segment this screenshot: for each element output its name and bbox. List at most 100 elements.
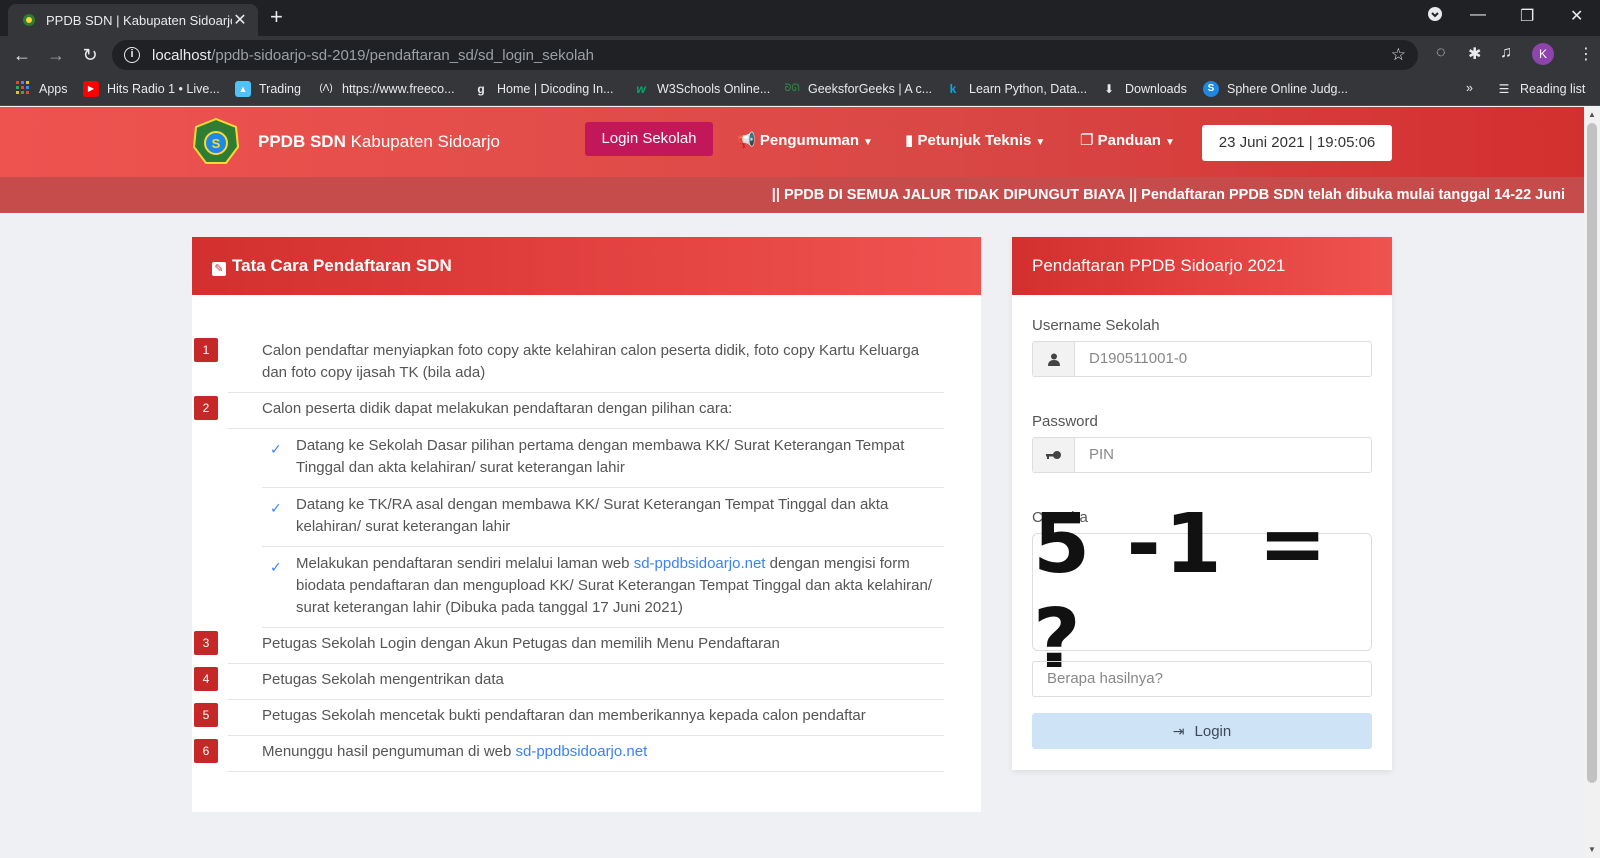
bookmark-hits-radio[interactable]: ▶ Hits Radio 1 • Live... xyxy=(83,81,220,97)
captcha-input[interactable]: Berapa hasilnya? xyxy=(1032,661,1372,697)
password-label: Password xyxy=(1032,413,1098,430)
bookmark-label: Downloads xyxy=(1125,82,1187,96)
sub-list-item: ✓ Melakukan pendaftaran sendiri melalui … xyxy=(262,547,944,628)
key-icon xyxy=(1033,438,1075,472)
check-icon: ✓ xyxy=(270,500,282,516)
bookmark-trading[interactable]: ▲ Trading xyxy=(235,81,301,97)
bookmark-downloads[interactable]: ⬇ Downloads xyxy=(1101,81,1187,97)
back-icon[interactable]: ← xyxy=(9,42,35,68)
bookmarks-bar: Apps ▶ Hits Radio 1 • Live... ▲ Trading … xyxy=(0,74,1600,106)
tab-search-icon[interactable] xyxy=(1427,6,1443,27)
step-number-badge: 4 xyxy=(194,667,218,691)
media-control-icon[interactable]: ♫ xyxy=(1500,44,1512,62)
bookmark-dicoding[interactable]: g Home | Dicoding In... xyxy=(473,81,613,97)
nav-petunjuk-teknis[interactable]: ▮ Petunjuk Teknis ▼ xyxy=(905,131,1045,149)
login-button[interactable]: ⇥ Login xyxy=(1032,713,1372,749)
login-card-header: Pendaftaran PPDB Sidoarjo 2021 xyxy=(1012,237,1392,295)
user-icon xyxy=(1033,342,1075,376)
bookmark-datacamp[interactable]: k Learn Python, Data... xyxy=(945,81,1087,97)
bookmark-apps[interactable]: Apps xyxy=(15,81,68,97)
list-item: 5 Petugas Sekolah mencetak bukti pendaft… xyxy=(194,700,944,736)
tab-close-icon[interactable]: ✕ xyxy=(232,10,248,30)
scrollbar-thumb[interactable] xyxy=(1587,123,1597,783)
nav-panduan[interactable]: ❐ Panduan ▼ xyxy=(1080,131,1175,149)
username-value[interactable]: D190511001-0 xyxy=(1075,342,1371,376)
list-item: 2 Calon peserta didik dapat melakukan pe… xyxy=(194,393,944,429)
scroll-up-icon[interactable]: ▲ xyxy=(1588,110,1596,119)
nav-pengumuman[interactable]: 📢 Pengumuman ▼ xyxy=(737,131,873,149)
restore-icon[interactable]: ❐ xyxy=(1520,6,1534,26)
extension-sync-icon[interactable]: ◌ xyxy=(1436,44,1446,62)
browser-tab[interactable]: PPDB SDN | Kabupaten Sidoarjo ✕ xyxy=(8,4,258,36)
password-placeholder[interactable]: PIN xyxy=(1075,438,1371,472)
bookmark-w3schools[interactable]: w W3Schools Online... xyxy=(633,81,770,97)
url-host: localhost xyxy=(152,46,212,64)
chevron-down-icon: ▼ xyxy=(863,137,873,148)
bookmark-label: W3Schools Online... xyxy=(657,82,771,96)
check-icon: ✓ xyxy=(270,559,282,575)
reload-icon[interactable]: ↻ xyxy=(77,42,103,68)
bookmark-geeksforgeeks[interactable]: ᘐᘏ GeeksforGeeks | A c... xyxy=(784,81,932,97)
window-close-icon[interactable]: ✕ xyxy=(1570,6,1583,26)
bookmark-spoj[interactable]: S Sphere Online Judg... xyxy=(1203,81,1348,97)
youtube-icon: ▶ xyxy=(83,81,99,97)
step-text: Calon peserta didik dapat melakukan pend… xyxy=(262,400,733,417)
step-number-badge: 3 xyxy=(194,631,218,655)
bookmark-label: Sphere Online Judg... xyxy=(1227,82,1348,96)
scroll-down-icon[interactable]: ▼ xyxy=(1588,845,1596,854)
tata-cara-title: Tata Cara Pendaftaran SDN xyxy=(232,256,452,275)
brand-rest: Kabupaten Sidoarjo xyxy=(350,132,500,151)
apps-grid-icon xyxy=(15,81,31,97)
substep-text: Datang ke Sekolah Dasar pilihan pertama … xyxy=(296,437,905,476)
captcha-image: 5 -1 = ? xyxy=(1032,497,1372,687)
chrome-menu-icon[interactable]: ⋮ xyxy=(1578,44,1594,64)
w3schools-icon: w xyxy=(636,82,646,96)
site-info-icon[interactable]: i xyxy=(124,47,140,63)
datetime-display: 23 Juni 2021 | 19:05:06 xyxy=(1202,125,1392,161)
reading-list-button[interactable]: ☰ Reading list xyxy=(1496,81,1586,97)
browser-toolbar: ← → ↻ i localhost /ppdb-sidoarjo-sd-2019… xyxy=(0,36,1600,74)
step-text: Petugas Sekolah mencetak bukti pendaftar… xyxy=(262,707,866,724)
step-text: Petugas Sekolah mengentrikan data xyxy=(262,671,504,688)
login-card: Pendaftaran PPDB Sidoarjo 2021 Username … xyxy=(1012,237,1392,770)
minimize-icon[interactable]: — xyxy=(1470,6,1486,24)
ppdb-website-link[interactable]: sd-ppdbsidoarjo.net xyxy=(516,743,648,760)
site-brand[interactable]: PPDB SDN Kabupaten Sidoarjo xyxy=(258,132,500,152)
step-number-badge: 6 xyxy=(194,739,218,763)
step-text: Menunggu hasil pengumuman di web xyxy=(262,743,516,760)
step-text: Petugas Sekolah Login dengan Akun Petuga… xyxy=(262,635,780,652)
forward-icon[interactable]: → xyxy=(43,42,69,68)
list-item: 4 Petugas Sekolah mengentrikan data xyxy=(194,664,944,700)
nav-petunjuk-label: Petunjuk Teknis xyxy=(917,132,1032,149)
address-bar[interactable]: i localhost /ppdb-sidoarjo-sd-2019/penda… xyxy=(112,40,1418,70)
site-favicon-icon xyxy=(23,14,35,26)
brand-bold: PPDB SDN xyxy=(258,132,346,151)
step-number-badge: 2 xyxy=(194,396,218,420)
new-tab-icon[interactable]: + xyxy=(270,6,283,28)
spoj-icon: S xyxy=(1203,81,1219,97)
password-field[interactable]: PIN xyxy=(1032,437,1372,473)
chevron-down-icon: ▼ xyxy=(1035,137,1046,148)
tata-cara-header: ✎ Tata Cara Pendaftaran SDN xyxy=(192,237,981,295)
site-header: S PPDB SDN Kabupaten Sidoarjo Login Seko… xyxy=(0,107,1584,177)
page-viewport: S PPDB SDN Kabupaten Sidoarjo Login Seko… xyxy=(0,107,1584,858)
ppdb-website-link[interactable]: sd-ppdbsidoarjo.net xyxy=(634,555,766,572)
bookmark-label: Hits Radio 1 • Live... xyxy=(107,82,220,96)
bookmark-star-icon[interactable]: ☆ xyxy=(1391,45,1406,65)
sign-in-icon: ⇥ xyxy=(1172,723,1185,739)
reading-list-label: Reading list xyxy=(1520,82,1586,96)
bookmark-freecodecamp[interactable]: (Λ) https://www.freeco... xyxy=(318,81,454,97)
bookmark-label: Apps xyxy=(39,82,68,96)
extensions-puzzle-icon[interactable]: ✱ xyxy=(1468,44,1481,64)
profile-avatar[interactable]: K xyxy=(1532,43,1554,65)
bookmarks-overflow-icon[interactable]: » xyxy=(1466,81,1473,95)
bookmark-label: GeeksforGeeks | A c... xyxy=(808,82,933,96)
tata-cara-card: ✎ Tata Cara Pendaftaran SDN 1 Calon penda… xyxy=(192,237,981,812)
list-item: 6 Menunggu hasil pengumuman di web sd-pp… xyxy=(194,736,944,772)
nav-login-sekolah[interactable]: Login Sekolah xyxy=(585,122,713,156)
login-button-label: Login xyxy=(1194,723,1232,740)
list-item: 3 Petugas Sekolah Login dengan Akun Petu… xyxy=(194,628,944,664)
page-scrollbar[interactable]: ▲ ▼ xyxy=(1584,107,1600,858)
bookmark-label: Learn Python, Data... xyxy=(969,82,1088,96)
username-field[interactable]: D190511001-0 xyxy=(1032,341,1372,377)
